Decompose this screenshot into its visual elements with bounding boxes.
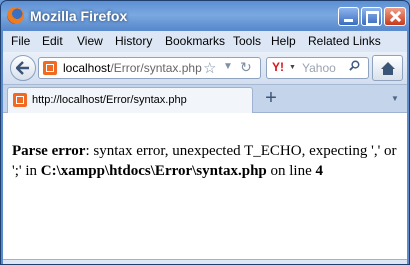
search-icon[interactable] xyxy=(349,60,360,71)
menu-view[interactable]: View xyxy=(77,34,103,48)
error-file-path: C:\xampp\htdocs\Error\syntax.php xyxy=(40,163,267,179)
back-arrow-icon xyxy=(16,61,29,75)
address-text[interactable]: localhost/Error/syntax.php xyxy=(63,61,202,75)
bookmark-star-icon[interactable]: ☆ xyxy=(203,59,216,77)
menu-file[interactable]: File xyxy=(11,34,30,48)
search-input[interactable]: Yahoo xyxy=(302,61,336,75)
error-line-number: 4 xyxy=(315,163,324,179)
tab-list-icon[interactable]: ▼ xyxy=(391,94,399,103)
maximize-button[interactable] xyxy=(361,7,382,26)
window-title: Mozilla Firefox xyxy=(30,8,128,24)
yahoo-icon[interactable]: Y! xyxy=(272,60,284,74)
error-label: Parse error xyxy=(12,143,86,159)
menu-bar: File Edit View History Bookmarks Tools H… xyxy=(3,31,407,52)
search-bar[interactable]: Y! ▼ Yahoo xyxy=(266,57,369,79)
menu-help[interactable]: Help xyxy=(271,34,296,48)
menu-bookmarks[interactable]: Bookmarks xyxy=(165,34,225,48)
site-icon xyxy=(13,93,27,107)
title-bar[interactable]: Mozilla Firefox xyxy=(1,1,409,31)
search-engine-dropdown-icon[interactable]: ▼ xyxy=(289,64,296,71)
menu-history[interactable]: History xyxy=(115,34,152,48)
navigation-toolbar: localhost/Error/syntax.php ☆ ▼ ↻ Y! ▼ Ya… xyxy=(3,52,407,85)
status-bar xyxy=(3,259,407,264)
address-bar[interactable]: localhost/Error/syntax.php ☆ ▼ ↻ xyxy=(38,57,261,79)
error-text-line: on line xyxy=(266,163,316,179)
browser-window: Mozilla Firefox File Edit View History B… xyxy=(0,0,410,265)
tab-active[interactable]: http://localhost/Error/syntax.php xyxy=(7,87,253,113)
minimize-button[interactable] xyxy=(338,7,359,26)
dropdown-icon[interactable]: ▼ xyxy=(223,61,233,72)
close-button[interactable] xyxy=(384,7,406,26)
tab-bar: http://localhost/Error/syntax.php + ▼ xyxy=(3,85,407,113)
menu-tools[interactable]: Tools xyxy=(233,34,261,48)
menu-related-links[interactable]: Related Links xyxy=(308,34,381,48)
page-content: Parse error: syntax error, unexpected T_… xyxy=(3,113,407,261)
site-icon xyxy=(43,61,57,75)
home-icon xyxy=(381,62,395,75)
error-message: Parse error: syntax error, unexpected T_… xyxy=(12,141,402,181)
home-button[interactable] xyxy=(372,55,403,81)
maximize-icon xyxy=(362,8,381,25)
minimize-icon xyxy=(339,8,358,25)
back-button[interactable] xyxy=(10,55,36,81)
close-icon xyxy=(385,8,405,25)
tab-title: http://localhost/Error/syntax.php xyxy=(32,94,187,106)
firefox-logo-icon xyxy=(7,7,24,24)
reload-icon[interactable]: ↻ xyxy=(240,59,252,76)
new-tab-button[interactable]: + xyxy=(257,88,285,111)
menu-edit[interactable]: Edit xyxy=(42,34,63,48)
